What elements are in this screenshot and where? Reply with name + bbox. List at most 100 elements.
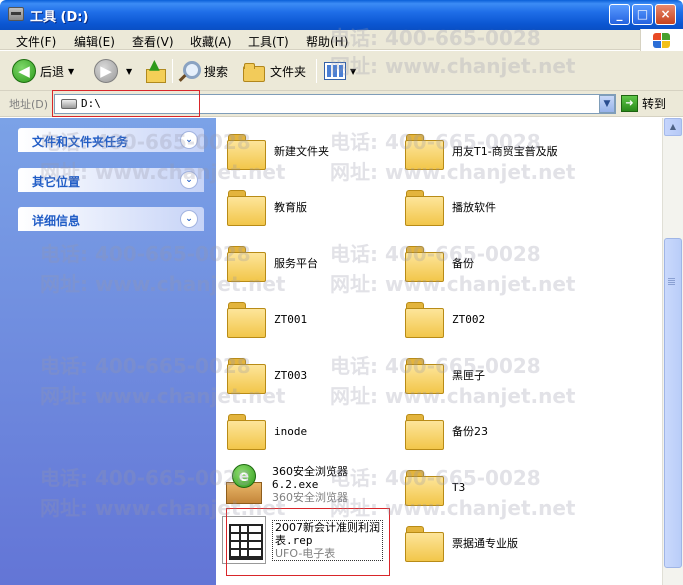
address-value: D:\ bbox=[81, 97, 101, 110]
back-arrow-icon: ◀ bbox=[12, 59, 36, 83]
search-icon bbox=[178, 60, 201, 82]
menu-file[interactable]: 文件(F) bbox=[16, 33, 56, 50]
file-type: UFO-电子表 bbox=[275, 546, 336, 560]
spreadsheet-icon bbox=[222, 516, 266, 564]
panel-title: 其它位置 bbox=[32, 175, 81, 189]
search-label: 搜索 bbox=[204, 64, 229, 79]
folder-icon bbox=[404, 356, 444, 394]
address-dropdown-icon[interactable]: ▼ bbox=[599, 95, 615, 113]
task-pane: 文件和文件夹任务 ⌄ 其它位置 ⌄ 详细信息 ⌄ bbox=[0, 118, 216, 585]
drive-icon bbox=[8, 7, 24, 21]
panel-other-places[interactable]: 其它位置 ⌄ bbox=[18, 168, 204, 192]
file-name: 用友T1-商贸宝普及版 bbox=[452, 144, 558, 158]
menu-help[interactable]: 帮助(H) bbox=[306, 33, 348, 50]
list-item[interactable]: 用友T1-商贸宝普及版 bbox=[404, 132, 558, 170]
menu-favorites[interactable]: 收藏(A) bbox=[190, 33, 232, 50]
views-button[interactable]: ▼ bbox=[324, 58, 356, 84]
toolbar-separator bbox=[172, 59, 173, 83]
file-list: 新建文件夹 用友T1-商贸宝普及版 教育版 播放软件 服务平台 备份 ZT001… bbox=[216, 118, 662, 585]
up-folder-icon bbox=[144, 57, 166, 83]
file-name: 备份23 bbox=[452, 424, 488, 438]
panel-title: 详细信息 bbox=[32, 214, 81, 228]
folder-icon bbox=[404, 244, 444, 282]
folder-icon bbox=[226, 244, 266, 282]
list-item[interactable]: inode bbox=[226, 412, 307, 450]
scroll-grip-icon bbox=[668, 278, 675, 279]
file-name: T3 bbox=[452, 480, 466, 494]
chevron-down-icon[interactable]: ⌄ bbox=[180, 171, 198, 189]
menu-edit[interactable]: 编辑(E) bbox=[74, 33, 115, 50]
menu-tools[interactable]: 工具(T) bbox=[248, 33, 289, 50]
file-name: 2007新会计准则利润 bbox=[275, 520, 380, 534]
file-name: 新建文件夹 bbox=[274, 144, 329, 158]
menu-view[interactable]: 查看(V) bbox=[132, 33, 174, 50]
list-item[interactable]: 备份23 bbox=[404, 412, 488, 450]
file-name-ext: 表.rep bbox=[275, 533, 313, 547]
folders-button[interactable]: 文件夹 bbox=[242, 58, 306, 84]
folder-icon bbox=[404, 132, 444, 170]
folders-icon bbox=[242, 61, 266, 82]
list-item[interactable]: ZT001 bbox=[226, 300, 307, 338]
forward-arrow-icon: ▶ bbox=[94, 59, 118, 83]
list-item[interactable]: 教育版 bbox=[226, 188, 307, 226]
address-bar: 地址(D) D:\ ▼ ➜ 转到 bbox=[0, 91, 683, 117]
list-item[interactable]: 服务平台 bbox=[226, 244, 318, 282]
scroll-thumb[interactable] bbox=[664, 238, 682, 568]
file-name: 教育版 bbox=[274, 200, 307, 214]
folder-icon bbox=[226, 412, 266, 450]
list-item[interactable]: T3 bbox=[404, 468, 465, 506]
panel-details[interactable]: 详细信息 ⌄ bbox=[18, 207, 204, 231]
go-button[interactable]: ➜ 转到 bbox=[621, 95, 666, 112]
search-button[interactable]: 搜索 bbox=[178, 58, 228, 84]
list-item[interactable]: 票据通专业版 bbox=[404, 524, 518, 562]
close-button[interactable]: × bbox=[655, 4, 676, 25]
address-label: 地址(D) bbox=[9, 98, 49, 111]
file-name: ZT001 bbox=[274, 312, 308, 326]
chevron-down-icon[interactable]: ⌄ bbox=[180, 210, 198, 228]
windows-logo-icon bbox=[640, 29, 683, 51]
address-input[interactable]: D:\ bbox=[54, 94, 616, 114]
file-name: 播放软件 bbox=[452, 200, 496, 214]
back-button[interactable]: ◀ 后退 ▼ bbox=[12, 58, 74, 84]
folders-label: 文件夹 bbox=[270, 64, 307, 79]
back-dropdown-icon[interactable]: ▼ bbox=[68, 67, 74, 76]
window-title: 工具 (D:) bbox=[30, 10, 89, 25]
folder-icon bbox=[226, 188, 266, 226]
list-item[interactable]: 备份 bbox=[404, 244, 474, 282]
list-item[interactable]: 新建文件夹 bbox=[226, 132, 329, 170]
views-icon bbox=[324, 62, 346, 80]
folder-icon bbox=[404, 412, 444, 450]
forward-button[interactable]: ▶ ▼ bbox=[94, 58, 132, 84]
scroll-up-icon[interactable]: ▲ bbox=[664, 118, 682, 136]
folder-icon bbox=[226, 132, 266, 170]
folder-icon bbox=[404, 524, 444, 562]
list-item[interactable]: 2007新会计准则利润 表.rep UFO-电子表 bbox=[222, 516, 383, 564]
go-arrow-icon: ➜ bbox=[621, 95, 638, 112]
file-name: 服务平台 bbox=[274, 256, 318, 270]
list-item[interactable]: ZT003 bbox=[226, 356, 307, 394]
list-item[interactable]: e 360安全浏览器 6.2.exe 360安全浏览器 bbox=[222, 462, 348, 506]
vertical-scrollbar[interactable]: ▲ bbox=[662, 118, 683, 585]
back-label: 后退 bbox=[40, 64, 65, 79]
forward-dropdown-icon[interactable]: ▼ bbox=[126, 67, 132, 76]
list-item[interactable]: 播放软件 bbox=[404, 188, 496, 226]
go-label: 转到 bbox=[642, 97, 667, 111]
file-name: ZT003 bbox=[274, 368, 308, 382]
file-type: 360安全浏览器 bbox=[272, 490, 348, 504]
maximize-button[interactable]: □ bbox=[632, 4, 653, 25]
file-name-ext: 6.2.exe bbox=[272, 477, 319, 491]
toolbar-separator bbox=[316, 59, 317, 83]
panel-file-tasks[interactable]: 文件和文件夹任务 ⌄ bbox=[18, 128, 204, 152]
chevron-down-icon[interactable]: ⌄ bbox=[180, 131, 198, 149]
up-folder-button[interactable] bbox=[144, 57, 166, 84]
drive-icon bbox=[61, 99, 77, 109]
views-dropdown-icon[interactable]: ▼ bbox=[350, 67, 356, 76]
minimize-button[interactable]: _ bbox=[609, 4, 630, 25]
folder-icon bbox=[404, 188, 444, 226]
list-item[interactable]: 黑匣子 bbox=[404, 356, 485, 394]
file-name: 备份 bbox=[452, 256, 474, 270]
panel-title: 文件和文件夹任务 bbox=[32, 135, 129, 149]
browser-installer-icon: e bbox=[222, 462, 266, 506]
folder-icon bbox=[404, 468, 444, 506]
list-item[interactable]: ZT002 bbox=[404, 300, 485, 338]
